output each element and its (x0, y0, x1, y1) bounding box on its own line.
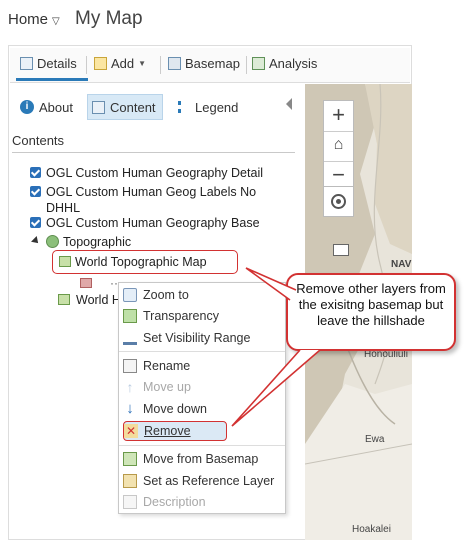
callout-pointer-bottom (231, 349, 321, 427)
callout-pointer-top (245, 267, 297, 301)
callout-pointers (231, 267, 321, 427)
